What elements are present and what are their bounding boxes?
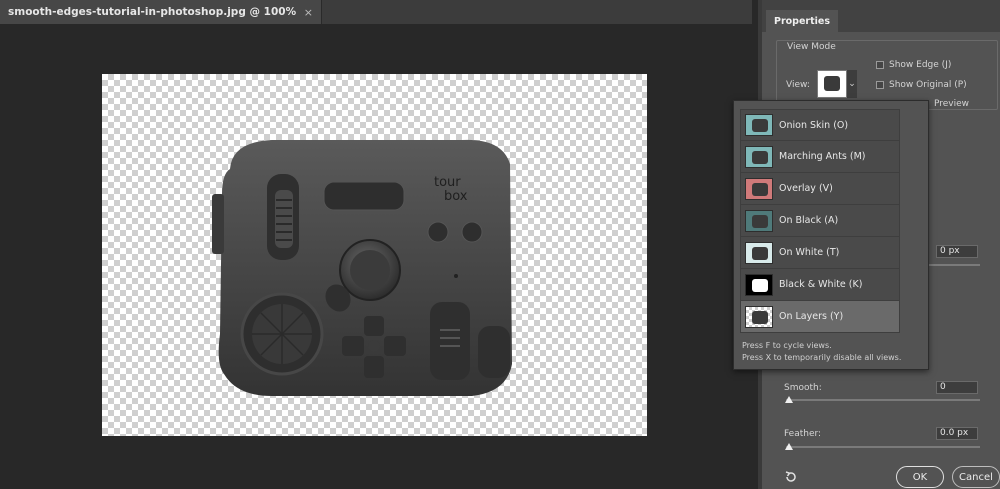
- canvas-area[interactable]: tour box: [0, 24, 752, 489]
- close-icon[interactable]: ×: [304, 6, 313, 19]
- on-black-thumbnail-icon: [745, 209, 773, 232]
- feather-slider-thumb[interactable]: [785, 443, 793, 450]
- view-option-label: On White (T): [779, 247, 840, 258]
- view-option-on-white[interactable]: On White (T): [740, 237, 900, 269]
- show-original-label: Show Original (P): [889, 80, 967, 90]
- view-option-label: Overlay (V): [779, 183, 833, 194]
- view-option-on-black[interactable]: On Black (A): [740, 205, 900, 237]
- view-mode-popup: Onion Skin (O) Marching Ants (M) Overlay…: [733, 100, 929, 370]
- onion-skin-thumbnail-icon: [745, 114, 773, 136]
- view-option-label: Onion Skin (O): [779, 119, 849, 131]
- document-tab[interactable]: smooth-edges-tutorial-in-photoshop.jpg @…: [0, 0, 322, 24]
- ok-button[interactable]: OK: [896, 466, 944, 488]
- popup-note-disable: Press X to temporarily disable all views…: [742, 353, 902, 362]
- marching-ants-thumbnail-icon: [745, 145, 773, 168]
- document-tab-title: smooth-edges-tutorial-in-photoshop.jpg @…: [8, 6, 298, 18]
- smooth-label: Smooth:: [784, 383, 822, 393]
- view-mode-list: Onion Skin (O) Marching Ants (M) Overlay…: [740, 109, 900, 333]
- device-thumbnail-icon: [824, 76, 840, 91]
- checkbox-box[interactable]: [876, 81, 884, 89]
- view-option-label: Black & White (K): [779, 279, 863, 290]
- view-label: View:: [786, 80, 810, 90]
- cancel-button[interactable]: Cancel: [952, 466, 1000, 488]
- view-option-onion-skin[interactable]: Onion Skin (O): [740, 109, 900, 141]
- popup-note-cycle: Press F to cycle views.: [742, 341, 832, 350]
- show-edge-checkbox[interactable]: Show Edge (J): [876, 60, 951, 70]
- on-white-thumbnail-icon: [745, 241, 773, 264]
- view-mode-thumbnail[interactable]: [817, 70, 847, 98]
- tourbox-device-image: tour box: [212, 139, 512, 396]
- checkbox-box[interactable]: [876, 61, 884, 69]
- show-original-checkbox[interactable]: Show Original (P): [876, 80, 967, 90]
- show-edge-label: Show Edge (J): [889, 60, 952, 70]
- overlay-thumbnail-icon: [745, 177, 773, 200]
- smooth-field[interactable]: 0: [936, 381, 978, 394]
- tab-properties[interactable]: Properties: [766, 10, 838, 32]
- on-layers-thumbnail-icon: [745, 305, 773, 328]
- reset-icon[interactable]: [784, 470, 798, 484]
- view-option-on-layers[interactable]: On Layers (Y): [740, 301, 900, 333]
- panel-tab-bar: Properties: [762, 0, 1000, 32]
- view-option-black-and-white[interactable]: Black & White (K): [740, 269, 900, 301]
- chevron-down-icon[interactable]: ⌄: [847, 70, 857, 98]
- smooth-slider-thumb[interactable]: [785, 396, 793, 403]
- document-tab-bar: smooth-edges-tutorial-in-photoshop.jpg @…: [0, 0, 752, 24]
- view-option-overlay[interactable]: Overlay (V): [740, 173, 900, 205]
- black-and-white-thumbnail-icon: [745, 273, 773, 296]
- feather-slider-track[interactable]: [786, 446, 980, 448]
- view-option-label: Marching Ants (M): [779, 151, 866, 162]
- smooth-slider-track[interactable]: [786, 399, 980, 401]
- svg-text:box: box: [444, 189, 468, 204]
- document-image[interactable]: tour box: [102, 74, 647, 436]
- view-option-marching-ants[interactable]: Marching Ants (M): [740, 141, 900, 173]
- view-mode-title: View Mode: [784, 42, 839, 52]
- radius-field[interactable]: 0 px: [936, 245, 978, 258]
- view-option-label: On Layers (Y): [779, 311, 844, 322]
- preview-label: Preview: [934, 99, 970, 109]
- feather-field[interactable]: 0.0 px: [936, 427, 978, 440]
- device-logo-text: tour: [434, 175, 461, 190]
- feather-label: Feather:: [784, 429, 822, 439]
- view-option-label: On Black (A): [779, 215, 839, 226]
